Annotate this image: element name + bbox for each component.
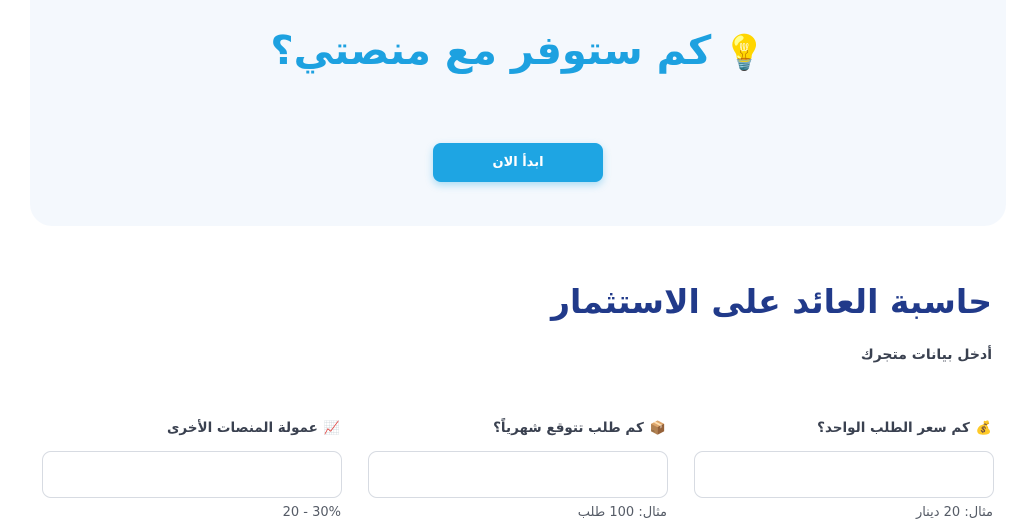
package-icon: 📦 [649, 421, 666, 436]
chart-increasing-icon: 📈 [323, 421, 340, 436]
money-bag-icon: 💰 [975, 421, 992, 436]
order-price-hint: مثال: 20 دينار [915, 505, 993, 520]
other-platforms-commission-input[interactable] [42, 451, 342, 498]
calculator-title: حاسبة العائد على الاستثمار [551, 282, 992, 321]
calculator-subtitle: أدخل بيانات متجرك [860, 347, 992, 363]
start-now-button[interactable]: ابدأ الان [433, 143, 603, 182]
hero-title-text: كم ستوفر مع منصتي؟ [270, 28, 712, 74]
light-bulb-icon: 💡 [723, 33, 766, 73]
monthly-orders-label: 📦 كم طلب تتوقع شهرياً؟ [493, 420, 666, 436]
other-platforms-commission-label: 📈 عمولة المنصات الأخرى [167, 420, 340, 436]
monthly-orders-hint: مثال: 100 طلب [577, 505, 667, 520]
other-platforms-commission-hint: 20 - 30% [282, 505, 341, 520]
monthly-orders-label-text: كم طلب تتوقع شهرياً؟ [493, 420, 644, 436]
monthly-orders-input[interactable] [368, 451, 668, 498]
order-price-input[interactable] [694, 451, 994, 498]
hero-title: 💡 كم ستوفر مع منصتي؟ [30, 28, 1006, 74]
order-price-label-text: كم سعر الطلب الواحد؟ [817, 420, 970, 436]
order-price-label: 💰 كم سعر الطلب الواحد؟ [817, 420, 992, 436]
other-platforms-commission-label-text: عمولة المنصات الأخرى [167, 420, 318, 436]
hero-banner: 💡 كم ستوفر مع منصتي؟ [30, 0, 1006, 226]
